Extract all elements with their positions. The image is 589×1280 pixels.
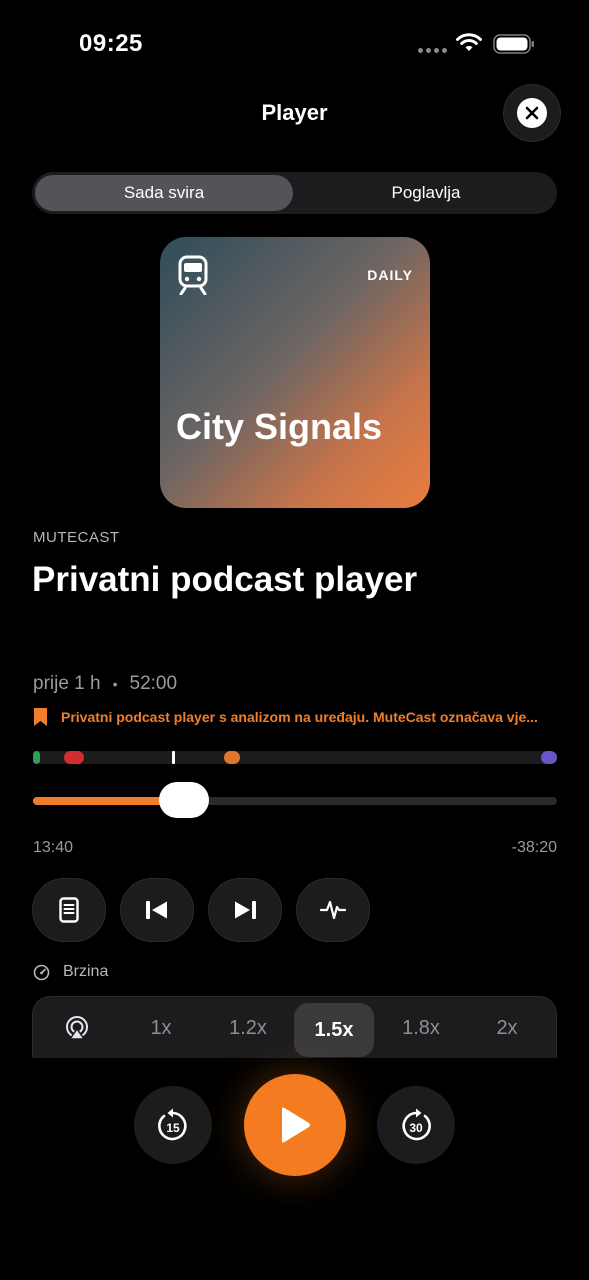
speed-option-1-2x[interactable]: 1.2x — [208, 997, 288, 1058]
description-text: Privatni podcast player s analizom na ur… — [61, 709, 538, 725]
speed-option-2x[interactable]: 2x — [467, 997, 547, 1058]
rewind-15-button[interactable]: 15 — [134, 1086, 212, 1164]
speed-option-1-5x[interactable]: 1.5x — [294, 1003, 374, 1057]
progress-slider[interactable] — [33, 782, 557, 818]
chapter-marker[interactable] — [33, 751, 40, 764]
next-chapter-button[interactable] — [208, 878, 282, 942]
chapter-marker[interactable] — [541, 751, 557, 764]
rewind-15-icon: 15 — [158, 1108, 187, 1141]
chapter-marker[interactable] — [64, 751, 84, 764]
artwork-badge: DAILY — [367, 267, 413, 283]
close-icon — [525, 106, 539, 120]
page-title: Player — [261, 100, 328, 125]
episode-title: Privatni podcast player — [32, 560, 418, 599]
status-time: 09:25 — [79, 30, 143, 57]
progress-fill — [33, 797, 168, 805]
artwork-title: City Signals — [176, 406, 383, 447]
waveform-button[interactable] — [296, 878, 370, 942]
episode-meta: prije 1 h • 52:00 — [33, 673, 177, 695]
speed-option-1-8x[interactable]: 1.8x — [381, 997, 461, 1058]
airplay-icon — [66, 1016, 88, 1040]
document-icon — [59, 897, 79, 923]
wifi-icon — [456, 33, 482, 51]
waveform-icon — [320, 900, 346, 920]
episode-age: prije 1 h — [33, 673, 101, 694]
status-bar: 09:25 — [0, 0, 589, 90]
speed-label-text: Brzina — [63, 963, 109, 980]
gauge-icon — [33, 964, 50, 980]
close-button[interactable] — [503, 84, 561, 142]
bookmark-icon — [34, 708, 47, 726]
airplay-button[interactable] — [33, 997, 121, 1058]
meta-separator: • — [112, 676, 118, 692]
rewind-15-label: 15 — [166, 1121, 180, 1135]
progress-thumb[interactable] — [159, 782, 209, 818]
time-remaining: -38:20 — [511, 839, 557, 856]
episode-description[interactable]: Privatni podcast player s analizom na ur… — [33, 707, 558, 727]
tab-now-playing[interactable]: Sada svira — [35, 175, 293, 211]
episode-duration: 52:00 — [129, 673, 178, 694]
podcast-name: MUTECAST — [33, 529, 120, 546]
transcript-button[interactable] — [32, 878, 106, 942]
chapter-track[interactable] — [33, 751, 557, 764]
forward-30-button[interactable]: 30 — [377, 1086, 455, 1164]
chapter-marker[interactable] — [224, 751, 240, 764]
skip-back-icon — [146, 901, 167, 919]
tab-chapters[interactable]: Poglavlja — [298, 175, 554, 211]
podcast-artwork: DAILY City Signals — [160, 237, 430, 508]
segmented-control: Sada svira Poglavlja — [32, 172, 557, 214]
previous-chapter-button[interactable] — [120, 878, 194, 942]
play-icon — [282, 1107, 310, 1143]
signal-icon — [418, 48, 447, 53]
chapter-marker[interactable] — [172, 751, 175, 764]
speed-option-1x[interactable]: 1x — [121, 997, 201, 1058]
play-button[interactable] — [244, 1074, 346, 1176]
forward-30-label: 30 — [409, 1121, 423, 1135]
skip-forward-icon — [235, 901, 256, 919]
forward-30-icon: 30 — [402, 1108, 431, 1141]
speed-selector: 1x 1.2x 1.5x 1.8x 2x — [32, 996, 557, 1058]
battery-icon — [493, 34, 534, 54]
train-icon — [178, 255, 208, 295]
time-elapsed: 13:40 — [33, 839, 74, 856]
speed-label: Brzina — [33, 963, 108, 981]
